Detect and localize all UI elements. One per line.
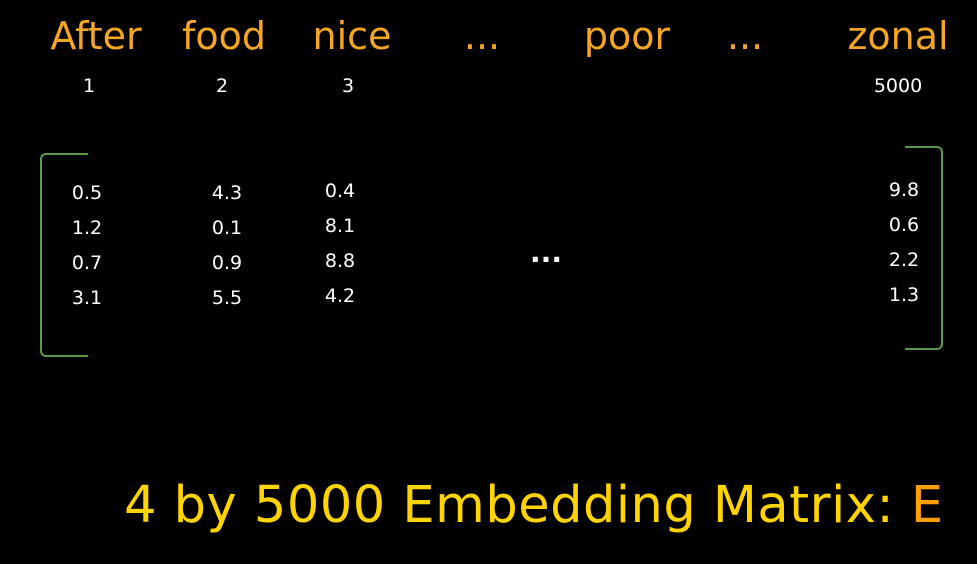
matrix-cell: 9.8 [888, 179, 920, 201]
caption: 4 by 5000 Embedding Matrix: E [124, 476, 944, 535]
matrix-column-3: 0.4 8.1 8.8 4.2 [325, 179, 355, 308]
matrix-ellipsis: ... [530, 236, 562, 269]
matrix-column-1: 0.5 1.2 0.7 3.1 [72, 181, 102, 310]
matrix-column-2: 4.3 0.1 0.9 5.5 [212, 181, 242, 310]
caption-text: 4 by 5000 Embedding Matrix: [124, 476, 911, 535]
matrix-cell: 8.8 [324, 250, 356, 272]
matrix-cell: 0.9 [211, 252, 243, 274]
index-1: 1 [82, 75, 96, 97]
matrix-cell: 2.2 [888, 249, 920, 271]
index-3: 3 [341, 75, 355, 97]
matrix-cell: 5.5 [211, 287, 243, 309]
matrix-cell: 1.3 [888, 284, 920, 306]
caption-symbol: E [910, 476, 944, 535]
matrix-cell: 0.5 [71, 182, 103, 204]
matrix-cell: 0.1 [211, 217, 243, 239]
matrix-cell: 8.1 [324, 215, 356, 237]
index-2: 2 [215, 75, 229, 97]
index-5000: 5000 [873, 75, 923, 97]
matrix-cell: 4.2 [324, 285, 356, 307]
matrix-cell: 1.2 [71, 217, 103, 239]
matrix-cell: 0.4 [324, 180, 356, 202]
matrix-cell: 0.7 [71, 252, 103, 274]
word-food: food [182, 14, 266, 58]
word-ellipsis-2: ... [726, 14, 764, 58]
word-after: After [50, 14, 142, 58]
matrix-cell: 0.6 [888, 214, 920, 236]
matrix-cell: 3.1 [71, 287, 103, 309]
matrix-column-5000: 9.8 0.6 2.2 1.3 [889, 178, 919, 307]
matrix-cell: 4.3 [211, 182, 243, 204]
word-poor: poor [583, 14, 671, 58]
word-nice: nice [312, 14, 392, 58]
word-ellipsis-1: ... [463, 14, 501, 58]
word-zonal: zonal [847, 14, 949, 58]
